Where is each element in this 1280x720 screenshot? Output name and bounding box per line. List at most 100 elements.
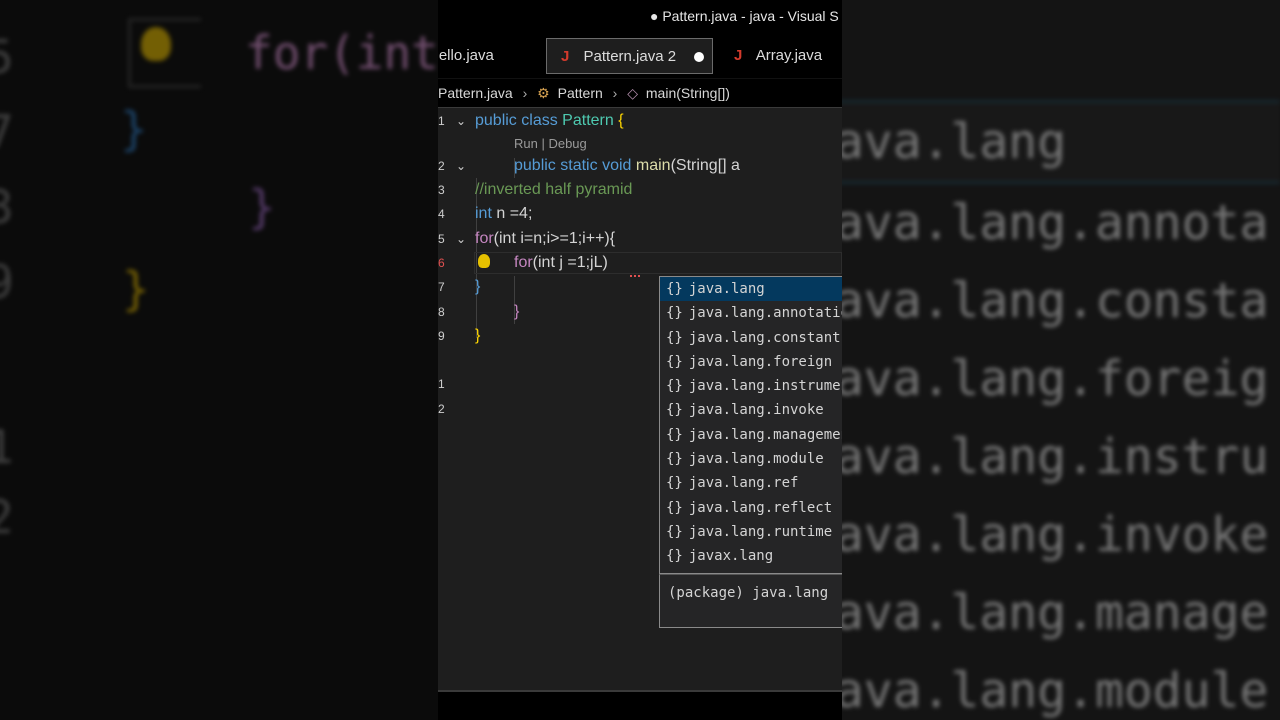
- suggest-item[interactable]: {} java.lang.module: [660, 447, 842, 471]
- background-right-blurred: java.lang java.lang.annota java.lang.con…: [842, 0, 1280, 720]
- code-line-1: 1 ⌄ public class Pattern {: [438, 110, 842, 132]
- suggest-item-label: java.lang.constant: [688, 329, 841, 346]
- fold-chevron-icon[interactable]: ⌄: [456, 110, 466, 132]
- suggest-item[interactable]: {} java.lang.ref: [660, 471, 842, 495]
- fold-chevron-icon[interactable]: ⌄: [456, 228, 466, 250]
- code-text: int n =4;: [475, 205, 533, 222]
- bg-suggest-row: java.lang.annota: [842, 195, 1269, 251]
- editor-tabs: Hello.java J Pattern.java 2 J Array.java: [438, 34, 842, 79]
- class-icon: ⚙: [537, 85, 550, 101]
- code-text: public class Pattern {: [475, 112, 624, 129]
- package-icon: {}: [666, 353, 683, 370]
- line-number: 2: [438, 159, 445, 173]
- suggest-item[interactable]: {} java.lang.foreign: [660, 350, 842, 374]
- window-title: ● Pattern.java - java - Visual S: [650, 8, 839, 24]
- suggest-item-label: java.lang.invoke: [688, 402, 824, 419]
- breadcrumb: Pattern.java › ⚙ Pattern › ◇ main(String…: [438, 79, 842, 108]
- suggest-item[interactable]: {} java.lang: [660, 277, 842, 302]
- line-number: 1: [438, 114, 445, 128]
- bg-suggest-row: java.lang.invoke: [842, 507, 1269, 563]
- suggest-item[interactable]: {} java.lang.runtime: [660, 520, 842, 544]
- code-brace: }: [475, 327, 481, 344]
- suggest-item-label: java.lang.ref: [688, 475, 799, 492]
- java-file-icon: J: [561, 48, 570, 65]
- code-text: for(int i=n;i>=1;i++){: [475, 230, 616, 247]
- tab-hello-java[interactable]: Hello.java: [438, 38, 494, 74]
- tab-label: Pattern.java 2: [583, 48, 677, 65]
- line-number: 3: [438, 183, 445, 197]
- background-left-blurred: 5 7 3 9 1 2 for(int } } }: [0, 0, 438, 720]
- suggest-details-panel: (package) java.lang: [659, 574, 842, 628]
- bg-suggest-row: java.lang.module: [842, 663, 1269, 719]
- unsaved-dot-icon[interactable]: [694, 52, 704, 62]
- title-bar: ● Pattern.java - java - Visual S: [438, 0, 842, 34]
- bg-suggest-row: java.lang.consta: [842, 273, 1269, 329]
- suggest-item[interactable]: {} java.lang.annotation: [660, 301, 842, 325]
- fold-chevron-icon[interactable]: ⌄: [456, 155, 466, 177]
- line-number: 4: [438, 207, 445, 221]
- package-icon: {}: [666, 475, 683, 492]
- suggest-item[interactable]: {} java.lang.invoke: [660, 398, 842, 422]
- bg-brace: }: [248, 180, 276, 234]
- autocomplete-suggest-widget: {} java.lang {} java.lang.annotation {} jav…: [659, 276, 842, 574]
- package-icon: {}: [666, 523, 683, 540]
- code-comment: //inverted half pyramid: [475, 181, 633, 198]
- method-cube-icon: ◇: [627, 85, 638, 101]
- suggest-item-label: java.lang.runtime: [688, 523, 833, 540]
- line-number: 7: [438, 280, 445, 294]
- suggest-item[interactable]: {} javax.lang: [660, 544, 842, 568]
- breadcrumb-file[interactable]: Pattern.java: [438, 79, 513, 107]
- bottom-panel-edge: [438, 690, 842, 720]
- code-text: for(int j =1;jL): [514, 254, 608, 271]
- bg-lightbulb-icon: [128, 18, 201, 88]
- java-file-icon: J: [734, 47, 743, 64]
- bg-suggest-row: java.lang: [842, 100, 1280, 184]
- package-icon: {}: [666, 305, 683, 322]
- tab-array-java[interactable]: J Array.java: [728, 38, 822, 74]
- package-icon: {}: [666, 281, 683, 297]
- suggest-item-label: java.lang: [688, 281, 765, 297]
- chevron-right-icon: ›: [522, 85, 528, 101]
- suggest-item-label: java.lang.instrument: [688, 378, 842, 395]
- line-number: 9: [438, 329, 445, 343]
- suggest-item[interactable]: {} java.lang.management: [660, 423, 842, 447]
- breadcrumb-method[interactable]: main(String[]): [646, 79, 730, 107]
- bg-brace: }: [122, 262, 150, 316]
- line-number: 1: [438, 377, 445, 391]
- codelens-run-debug[interactable]: Run | Debug: [514, 136, 587, 151]
- suggest-item-label: java.lang.module: [688, 451, 824, 468]
- line-number: 6: [438, 256, 445, 270]
- package-icon: {}: [666, 451, 683, 468]
- package-icon: {}: [666, 378, 683, 395]
- package-icon: {}: [666, 426, 683, 443]
- line-number: 5: [438, 232, 445, 246]
- suggest-item-label: java.lang.annotation: [688, 305, 842, 322]
- code-line-3: 3 //inverted half pyramid: [438, 179, 842, 201]
- tab-pattern-java[interactable]: J Pattern.java 2: [546, 38, 713, 74]
- lightbulb-icon[interactable]: [478, 254, 490, 268]
- suggest-item-label: java.lang.reflect: [688, 499, 833, 516]
- code-brace: }: [514, 303, 520, 320]
- tab-label: Array.java: [755, 47, 823, 64]
- vscode-editor-window: ● Pattern.java - java - Visual S Hello.j…: [438, 0, 842, 720]
- bg-line-number: 2: [0, 490, 14, 544]
- code-text: public static void main(String[] a: [514, 157, 740, 174]
- package-icon: {}: [666, 402, 683, 419]
- bg-suggest-row: java.lang.manage: [842, 585, 1269, 641]
- bg-code: for(int: [245, 26, 438, 80]
- bg-suggest-row: java.lang.foreig: [842, 351, 1269, 407]
- chevron-right-icon: ›: [612, 85, 618, 101]
- suggest-item-label: java.lang.foreign: [688, 353, 833, 370]
- bg-line-number: 3: [0, 180, 14, 234]
- code-line-4: 4 int n =4;: [438, 203, 842, 225]
- line-number: 8: [438, 305, 445, 319]
- tab-label: Hello.java: [438, 47, 494, 64]
- suggest-item-label: java.lang.management: [688, 426, 842, 443]
- bg-suggest-list: java.lang java.lang.annota java.lang.con…: [842, 100, 1280, 720]
- breadcrumb-class[interactable]: Pattern: [558, 79, 603, 107]
- suggest-item[interactable]: {} java.lang.reflect: [660, 496, 842, 520]
- suggest-item[interactable]: {} java.lang.instrument: [660, 374, 842, 398]
- suggest-item[interactable]: {} java.lang.constant: [660, 326, 842, 350]
- bg-line-number: 9: [0, 255, 14, 309]
- package-icon: {}: [666, 329, 683, 346]
